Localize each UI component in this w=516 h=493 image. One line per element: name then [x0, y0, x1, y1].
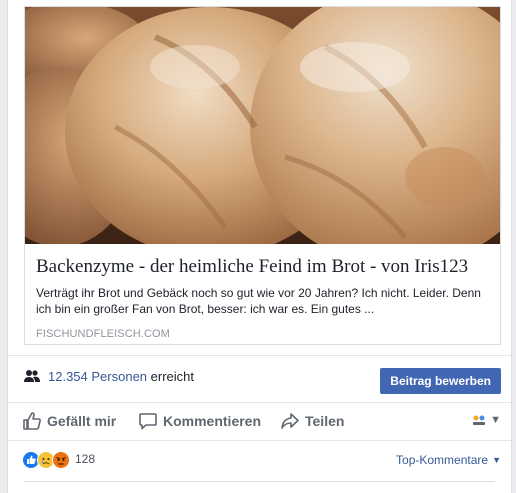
like-button[interactable]: Gefällt mir	[22, 410, 116, 432]
reach-bar: 12.354 Personen erreicht Beitrag bewerbe…	[8, 355, 511, 403]
angry-icon	[52, 451, 70, 469]
bread-photo[interactable]	[25, 7, 500, 244]
link-title[interactable]: Backenzyme - der heimliche Feind im Brot…	[36, 256, 490, 278]
reactions-count[interactable]: 128	[75, 452, 95, 466]
chevron-down-icon: ▼	[490, 414, 501, 426]
comment-button[interactable]: Kommentieren	[138, 410, 261, 432]
reactions-summary[interactable]: 128 Top-Kommentare ▼	[8, 450, 511, 472]
audience-selector[interactable]: ▼	[472, 414, 501, 426]
link-description: Verträgt ihr Brot und Gebäck noch so gut…	[36, 286, 481, 316]
divider	[24, 481, 495, 482]
comment-sort-label: Top-Kommentare	[396, 453, 489, 467]
share-label: Teilen	[305, 413, 345, 429]
comment-label: Kommentieren	[163, 413, 262, 429]
link-preview-text[interactable]: Backenzyme - der heimliche Feind im Brot…	[36, 256, 490, 340]
link-domain: FISCHUNDFLEISCH.COM	[36, 328, 170, 340]
facebook-post: Backenzyme - der heimliche Feind im Brot…	[7, 0, 512, 493]
share-button[interactable]: Teilen	[280, 410, 344, 432]
link-preview-card[interactable]: Backenzyme - der heimliche Feind im Brot…	[24, 6, 501, 345]
page-avatar-icon	[472, 414, 486, 426]
comment-sort-dropdown[interactable]: Top-Kommentare ▼	[396, 453, 501, 467]
like-label: Gefällt mir	[47, 413, 117, 429]
comment-icon	[139, 413, 157, 430]
reach-people-link[interactable]: Personen	[91, 369, 147, 384]
reach-suffix: erreicht	[150, 369, 195, 384]
reach-count-link[interactable]: 12.354	[48, 369, 88, 384]
share-icon	[281, 413, 299, 429]
boost-post-button[interactable]: Beitrag bewerben	[380, 368, 501, 394]
reach-text: 12.354 Personen erreicht	[48, 369, 194, 384]
thumbs-up-icon	[23, 412, 41, 430]
chevron-down-icon: ▼	[492, 455, 501, 465]
people-icon	[24, 370, 40, 382]
action-bar: Gefällt mir Kommentieren Teilen ▼	[8, 402, 511, 441]
